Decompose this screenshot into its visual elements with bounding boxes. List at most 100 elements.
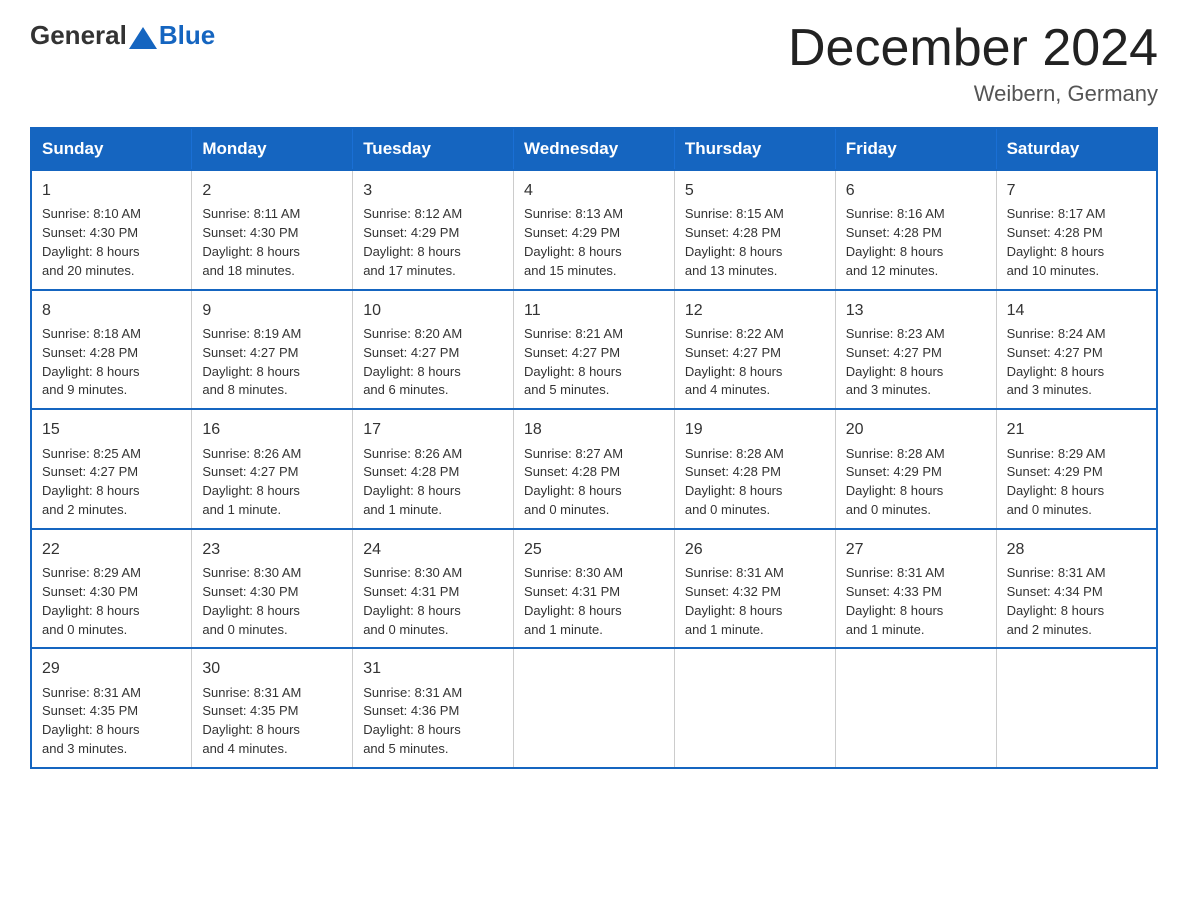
- header-wednesday: Wednesday: [514, 128, 675, 170]
- day-info: Sunrise: 8:30 AMSunset: 4:31 PMDaylight:…: [363, 565, 462, 637]
- day-info: Sunrise: 8:23 AMSunset: 4:27 PMDaylight:…: [846, 326, 945, 398]
- calendar-location: Weibern, Germany: [788, 81, 1158, 107]
- day-number: 29: [42, 657, 181, 680]
- day-number: 6: [846, 179, 986, 202]
- logo-general: General: [30, 20, 127, 51]
- day-info: Sunrise: 8:31 AMSunset: 4:34 PMDaylight:…: [1007, 565, 1106, 637]
- table-row: 19 Sunrise: 8:28 AMSunset: 4:28 PMDaylig…: [674, 409, 835, 529]
- day-info: Sunrise: 8:15 AMSunset: 4:28 PMDaylight:…: [685, 206, 784, 278]
- table-row: [514, 648, 675, 768]
- calendar-title: December 2024: [788, 20, 1158, 77]
- calendar-table: Sunday Monday Tuesday Wednesday Thursday…: [30, 127, 1158, 769]
- day-info: Sunrise: 8:20 AMSunset: 4:27 PMDaylight:…: [363, 326, 462, 398]
- day-number: 14: [1007, 299, 1146, 322]
- table-row: 20 Sunrise: 8:28 AMSunset: 4:29 PMDaylig…: [835, 409, 996, 529]
- table-row: 21 Sunrise: 8:29 AMSunset: 4:29 PMDaylig…: [996, 409, 1157, 529]
- day-info: Sunrise: 8:24 AMSunset: 4:27 PMDaylight:…: [1007, 326, 1106, 398]
- day-number: 25: [524, 538, 664, 561]
- table-row: 30 Sunrise: 8:31 AMSunset: 4:35 PMDaylig…: [192, 648, 353, 768]
- calendar-week-row: 1 Sunrise: 8:10 AMSunset: 4:30 PMDayligh…: [31, 170, 1157, 290]
- logo-text: General Blue: [30, 20, 215, 51]
- table-row: 1 Sunrise: 8:10 AMSunset: 4:30 PMDayligh…: [31, 170, 192, 290]
- day-number: 30: [202, 657, 342, 680]
- day-number: 11: [524, 299, 664, 322]
- day-info: Sunrise: 8:31 AMSunset: 4:33 PMDaylight:…: [846, 565, 945, 637]
- day-number: 28: [1007, 538, 1146, 561]
- day-number: 3: [363, 179, 503, 202]
- day-info: Sunrise: 8:31 AMSunset: 4:32 PMDaylight:…: [685, 565, 784, 637]
- logo-blue: Blue: [159, 20, 215, 51]
- day-info: Sunrise: 8:31 AMSunset: 4:35 PMDaylight:…: [42, 685, 141, 757]
- table-row: 16 Sunrise: 8:26 AMSunset: 4:27 PMDaylig…: [192, 409, 353, 529]
- table-row: 14 Sunrise: 8:24 AMSunset: 4:27 PMDaylig…: [996, 290, 1157, 410]
- day-info: Sunrise: 8:27 AMSunset: 4:28 PMDaylight:…: [524, 446, 623, 518]
- header-friday: Friday: [835, 128, 996, 170]
- title-section: December 2024 Weibern, Germany: [788, 20, 1158, 107]
- calendar-week-row: 22 Sunrise: 8:29 AMSunset: 4:30 PMDaylig…: [31, 529, 1157, 649]
- table-row: 18 Sunrise: 8:27 AMSunset: 4:28 PMDaylig…: [514, 409, 675, 529]
- day-info: Sunrise: 8:17 AMSunset: 4:28 PMDaylight:…: [1007, 206, 1106, 278]
- table-row: 11 Sunrise: 8:21 AMSunset: 4:27 PMDaylig…: [514, 290, 675, 410]
- table-row: 23 Sunrise: 8:30 AMSunset: 4:30 PMDaylig…: [192, 529, 353, 649]
- day-number: 10: [363, 299, 503, 322]
- table-row: 15 Sunrise: 8:25 AMSunset: 4:27 PMDaylig…: [31, 409, 192, 529]
- page-header: General Blue December 2024 Weibern, Germ…: [30, 20, 1158, 107]
- day-info: Sunrise: 8:19 AMSunset: 4:27 PMDaylight:…: [202, 326, 301, 398]
- calendar-week-row: 29 Sunrise: 8:31 AMSunset: 4:35 PMDaylig…: [31, 648, 1157, 768]
- table-row: [674, 648, 835, 768]
- table-row: 25 Sunrise: 8:30 AMSunset: 4:31 PMDaylig…: [514, 529, 675, 649]
- logo: General Blue: [30, 20, 215, 51]
- table-row: 28 Sunrise: 8:31 AMSunset: 4:34 PMDaylig…: [996, 529, 1157, 649]
- day-number: 21: [1007, 418, 1146, 441]
- day-info: Sunrise: 8:22 AMSunset: 4:27 PMDaylight:…: [685, 326, 784, 398]
- day-number: 17: [363, 418, 503, 441]
- logo-blue-part: Blue: [127, 20, 215, 51]
- table-row: 31 Sunrise: 8:31 AMSunset: 4:36 PMDaylig…: [353, 648, 514, 768]
- table-row: 26 Sunrise: 8:31 AMSunset: 4:32 PMDaylig…: [674, 529, 835, 649]
- header-sunday: Sunday: [31, 128, 192, 170]
- day-info: Sunrise: 8:26 AMSunset: 4:28 PMDaylight:…: [363, 446, 462, 518]
- day-info: Sunrise: 8:10 AMSunset: 4:30 PMDaylight:…: [42, 206, 141, 278]
- day-number: 31: [363, 657, 503, 680]
- calendar-header-row: Sunday Monday Tuesday Wednesday Thursday…: [31, 128, 1157, 170]
- day-info: Sunrise: 8:18 AMSunset: 4:28 PMDaylight:…: [42, 326, 141, 398]
- table-row: 6 Sunrise: 8:16 AMSunset: 4:28 PMDayligh…: [835, 170, 996, 290]
- table-row: 27 Sunrise: 8:31 AMSunset: 4:33 PMDaylig…: [835, 529, 996, 649]
- calendar-week-row: 8 Sunrise: 8:18 AMSunset: 4:28 PMDayligh…: [31, 290, 1157, 410]
- day-number: 9: [202, 299, 342, 322]
- table-row: 13 Sunrise: 8:23 AMSunset: 4:27 PMDaylig…: [835, 290, 996, 410]
- day-number: 16: [202, 418, 342, 441]
- day-info: Sunrise: 8:25 AMSunset: 4:27 PMDaylight:…: [42, 446, 141, 518]
- day-info: Sunrise: 8:16 AMSunset: 4:28 PMDaylight:…: [846, 206, 945, 278]
- table-row: 5 Sunrise: 8:15 AMSunset: 4:28 PMDayligh…: [674, 170, 835, 290]
- day-number: 13: [846, 299, 986, 322]
- day-info: Sunrise: 8:13 AMSunset: 4:29 PMDaylight:…: [524, 206, 623, 278]
- day-info: Sunrise: 8:21 AMSunset: 4:27 PMDaylight:…: [524, 326, 623, 398]
- day-number: 26: [685, 538, 825, 561]
- header-monday: Monday: [192, 128, 353, 170]
- day-number: 7: [1007, 179, 1146, 202]
- day-number: 19: [685, 418, 825, 441]
- table-row: [996, 648, 1157, 768]
- header-tuesday: Tuesday: [353, 128, 514, 170]
- table-row: 10 Sunrise: 8:20 AMSunset: 4:27 PMDaylig…: [353, 290, 514, 410]
- day-number: 20: [846, 418, 986, 441]
- day-number: 23: [202, 538, 342, 561]
- table-row: 22 Sunrise: 8:29 AMSunset: 4:30 PMDaylig…: [31, 529, 192, 649]
- table-row: 9 Sunrise: 8:19 AMSunset: 4:27 PMDayligh…: [192, 290, 353, 410]
- table-row: 29 Sunrise: 8:31 AMSunset: 4:35 PMDaylig…: [31, 648, 192, 768]
- day-info: Sunrise: 8:29 AMSunset: 4:30 PMDaylight:…: [42, 565, 141, 637]
- day-info: Sunrise: 8:29 AMSunset: 4:29 PMDaylight:…: [1007, 446, 1106, 518]
- day-info: Sunrise: 8:31 AMSunset: 4:36 PMDaylight:…: [363, 685, 462, 757]
- day-info: Sunrise: 8:26 AMSunset: 4:27 PMDaylight:…: [202, 446, 301, 518]
- day-info: Sunrise: 8:28 AMSunset: 4:29 PMDaylight:…: [846, 446, 945, 518]
- table-row: [835, 648, 996, 768]
- table-row: 2 Sunrise: 8:11 AMSunset: 4:30 PMDayligh…: [192, 170, 353, 290]
- header-saturday: Saturday: [996, 128, 1157, 170]
- day-info: Sunrise: 8:28 AMSunset: 4:28 PMDaylight:…: [685, 446, 784, 518]
- table-row: 3 Sunrise: 8:12 AMSunset: 4:29 PMDayligh…: [353, 170, 514, 290]
- day-info: Sunrise: 8:12 AMSunset: 4:29 PMDaylight:…: [363, 206, 462, 278]
- table-row: 17 Sunrise: 8:26 AMSunset: 4:28 PMDaylig…: [353, 409, 514, 529]
- table-row: 7 Sunrise: 8:17 AMSunset: 4:28 PMDayligh…: [996, 170, 1157, 290]
- day-info: Sunrise: 8:11 AMSunset: 4:30 PMDaylight:…: [202, 206, 300, 278]
